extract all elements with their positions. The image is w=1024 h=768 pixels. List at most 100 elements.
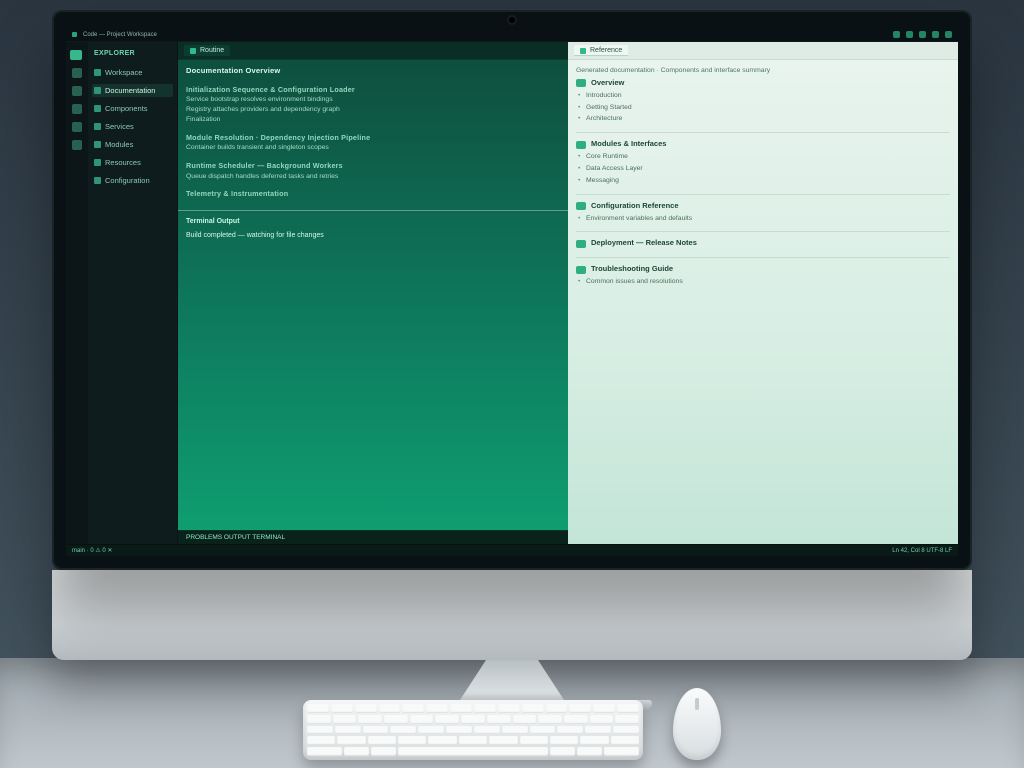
mouse [673,688,721,760]
doc-section: Overview Introduction Getting Started Ar… [576,78,950,124]
section-badge-icon [576,79,586,87]
list-item[interactable]: Getting Started [576,103,950,113]
webcam [509,17,515,23]
sidebar-item[interactable]: Resources [92,156,173,169]
window-title: Code — Project Workspace [83,32,157,38]
block-title: Initialization Sequence & Configuration … [186,85,560,95]
menubar: Code — Project Workspace [66,28,958,42]
file-icon [580,48,586,54]
sidebar-item-label: Documentation [105,86,155,95]
list-item[interactable]: Data Access Layer [576,164,950,174]
section-badge-icon [576,202,586,210]
sidebar-item-label: Workspace [105,68,142,77]
code-block: Telemetry & Instrumentation [186,189,560,199]
imac-monitor: Code — Project Workspace [52,10,972,710]
sidebar-item-label: Components [105,104,148,113]
tab-label: Reference [590,47,622,54]
sidebar-item-label: Configuration [105,176,150,185]
sidebar-item[interactable]: Components [92,102,173,115]
sidebar-item-label: Modules [105,140,133,149]
folder-icon [94,123,101,130]
app-icon [72,32,77,37]
editor-split: Routine Documentation Overview Initializ… [178,42,958,544]
folder-icon [94,177,101,184]
panel-divider[interactable] [178,210,568,211]
lower-line: Build completed — watching for file chan… [186,231,560,241]
code-line: Container builds transient and singleton… [186,143,560,153]
doc-section: Troubleshooting Guide Common issues and … [576,257,950,287]
bell-icon[interactable] [932,31,939,38]
terminal-tabs[interactable]: PROBLEMS OUTPUT TERMINAL [186,534,285,541]
activity-scm-icon[interactable] [72,86,82,96]
section-title: Troubleshooting Guide [591,264,673,275]
left-tabbar: Routine [178,42,568,60]
list-item[interactable]: Architecture [576,114,950,124]
lower-heading: Terminal Output [186,217,560,227]
keyboard [303,700,643,760]
activity-bar [66,42,88,544]
activity-search-icon[interactable] [72,68,82,78]
peripherals [303,688,721,760]
code-line: Queue dispatch handles deferred tasks an… [186,172,560,182]
left-tab[interactable]: Routine [184,45,230,56]
doc-section: Modules & Interfaces Core Runtime Data A… [576,132,950,185]
sidebar-explorer: EXPLORER Workspace Documentation Compone… [88,42,178,544]
list-item[interactable]: Core Runtime [576,152,950,162]
sidebar-item[interactable]: Documentation [92,84,173,97]
display-bezel: Code — Project Workspace [52,10,972,570]
file-icon [190,48,196,54]
code-line: Registry attaches providers and dependen… [186,105,560,115]
activity-explorer-icon[interactable] [72,50,82,60]
section-badge-icon [576,266,586,274]
right-tab[interactable]: Reference [574,45,628,56]
right-subtitle: Generated documentation · Components and… [576,66,950,76]
right-tabbar: Reference [568,42,958,60]
left-editor-content[interactable]: Documentation Overview Initialization Se… [178,60,568,530]
debug-icon[interactable] [906,31,913,38]
block-title: Telemetry & Instrumentation [186,189,560,199]
sidebar-item[interactable]: Modules [92,138,173,151]
workspace: EXPLORER Workspace Documentation Compone… [66,42,958,544]
section-badge-icon [576,240,586,248]
sidebar-item-label: Services [105,122,134,131]
folder-icon [94,69,101,76]
terminal-strip[interactable]: PROBLEMS OUTPUT TERMINAL [178,530,568,544]
status-branch[interactable]: main · 0 ⚠ 0 ✕ [72,547,112,554]
code-block: Module Resolution · Dependency Injection… [186,133,560,153]
section-title: Modules & Interfaces [591,139,666,150]
left-heading: Documentation Overview [186,66,560,77]
folder-icon [94,159,101,166]
activity-account-icon[interactable] [72,140,82,150]
section-badge-icon [576,141,586,149]
folder-icon [94,105,101,112]
sidebar-item-label: Resources [105,158,141,167]
folder-icon [94,141,101,148]
doc-section: Deployment — Release Notes [576,231,950,249]
lower-panel: Terminal Output Build completed — watchi… [186,217,560,241]
activity-debug-icon[interactable] [72,104,82,114]
sidebar-item[interactable]: Services [92,120,173,133]
settings-icon[interactable] [945,31,952,38]
list-item[interactable]: Messaging [576,176,950,186]
extensions-icon[interactable] [919,31,926,38]
sidebar-item[interactable]: Configuration [92,174,173,187]
folder-icon [94,87,101,94]
editor-left-pane: Routine Documentation Overview Initializ… [178,42,568,544]
activity-extensions-icon[interactable] [72,122,82,132]
monitor-chin [52,570,972,660]
git-icon[interactable] [893,31,900,38]
doc-section: Configuration Reference Environment vari… [576,194,950,224]
tab-label: Routine [200,47,224,54]
right-editor-content[interactable]: Generated documentation · Components and… [568,60,958,544]
code-line: Service bootstrap resolves environment b… [186,95,560,105]
sidebar-title: EXPLORER [92,48,173,61]
list-item[interactable]: Common issues and resolutions [576,277,950,287]
code-block: Initialization Sequence & Configuration … [186,85,560,125]
list-item[interactable]: Environment variables and defaults [576,214,950,224]
list-item[interactable]: Introduction [576,91,950,101]
screen: Code — Project Workspace [66,28,958,556]
block-title: Runtime Scheduler — Background Workers [186,161,560,171]
status-bar: main · 0 ⚠ 0 ✕ Ln 42, Col 8 UTF-8 LF [66,544,958,556]
status-position[interactable]: Ln 42, Col 8 UTF-8 LF [892,548,952,554]
sidebar-item[interactable]: Workspace [92,66,173,79]
